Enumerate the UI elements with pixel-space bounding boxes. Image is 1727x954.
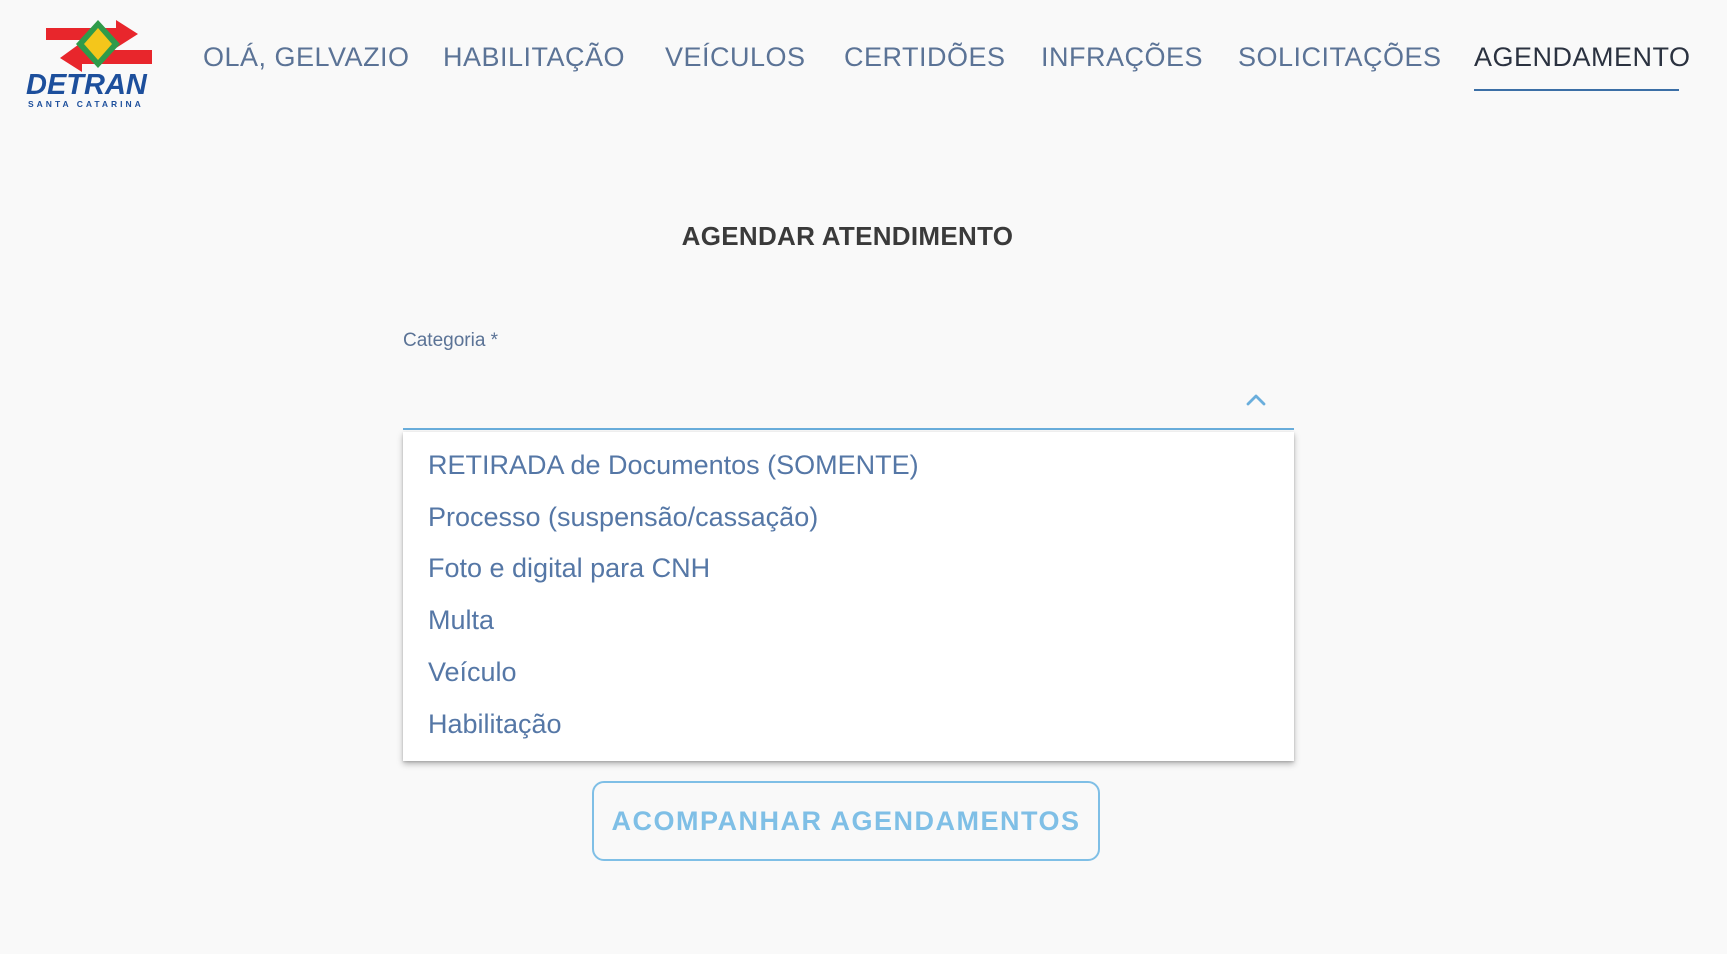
- nav-item-veiculos[interactable]: VEÍCULOS: [665, 42, 806, 73]
- category-option-veiculo[interactable]: Veículo: [428, 657, 517, 688]
- nav-item-certidoes[interactable]: CERTIDÕES: [844, 42, 1006, 73]
- category-label: Categoria *: [403, 330, 499, 351]
- page: DETRAN SANTA CATARINA OLÁ, GELVAZIO HABI…: [0, 0, 1727, 954]
- category-option-habilitacao[interactable]: Habilitação: [428, 709, 562, 740]
- category-option-multa[interactable]: Multa: [428, 605, 494, 636]
- main-nav: OLÁ, GELVAZIO HABILITAÇÃO VEÍCULOS CERTI…: [0, 0, 1727, 120]
- track-appointments-button[interactable]: ACOMPANHAR AGENDAMENTOS: [592, 781, 1100, 861]
- chevron-up-icon: [1246, 394, 1266, 406]
- nav-active-indicator: [1474, 89, 1679, 91]
- category-option-processo[interactable]: Processo (suspensão/cassação): [428, 502, 818, 533]
- nav-item-solicitacoes[interactable]: SOLICITAÇÕES: [1238, 42, 1442, 73]
- category-option-retirada-documentos[interactable]: RETIRADA de Documentos (SOMENTE): [428, 450, 919, 481]
- category-select[interactable]: [403, 370, 1294, 430]
- nav-item-agendamento[interactable]: AGENDAMENTO: [1474, 42, 1691, 73]
- category-option-foto-digital-cnh[interactable]: Foto e digital para CNH: [428, 553, 710, 584]
- nav-greeting-user[interactable]: OLÁ, GELVAZIO: [203, 42, 410, 73]
- nav-item-infracoes[interactable]: INFRAÇÕES: [1041, 42, 1203, 73]
- nav-item-habilitacao[interactable]: HABILITAÇÃO: [443, 42, 625, 73]
- category-dropdown: RETIRADA de Documentos (SOMENTE) Process…: [403, 432, 1294, 761]
- page-title: AGENDAR ATENDIMENTO: [681, 221, 1014, 251]
